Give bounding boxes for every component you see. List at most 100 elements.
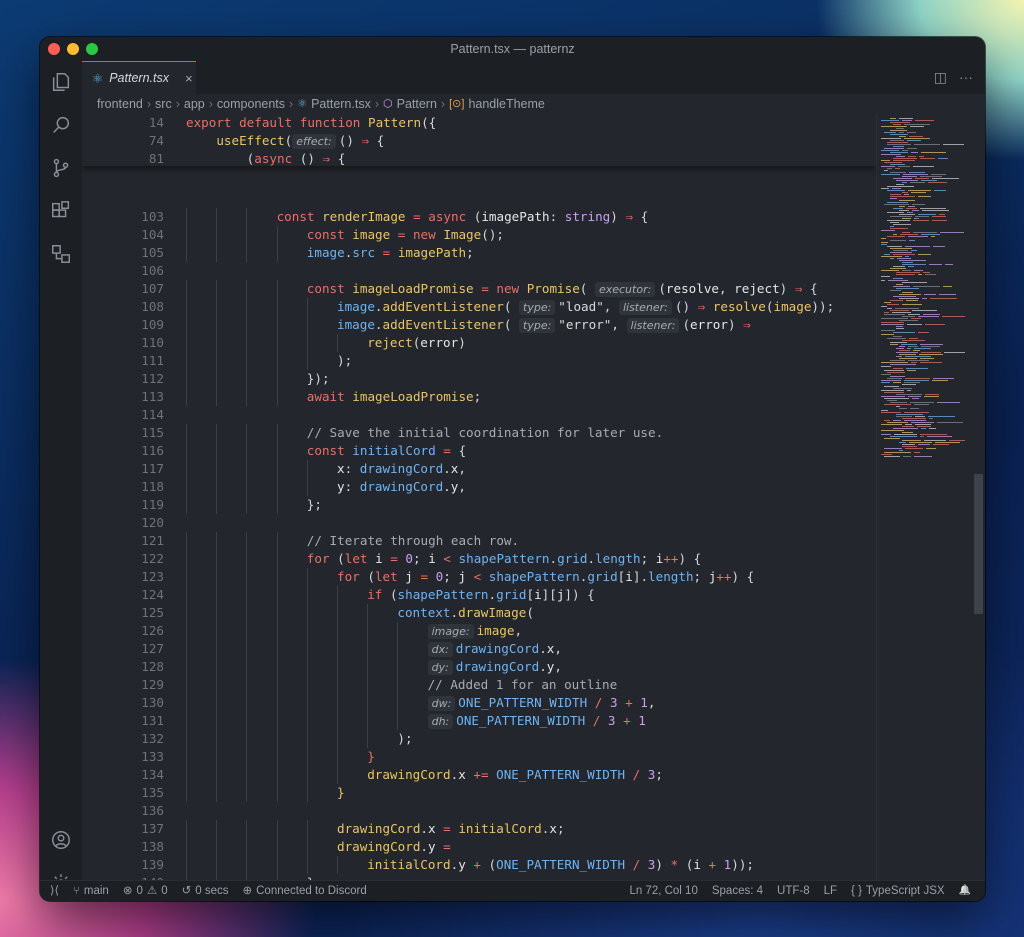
minimap-line — [881, 188, 889, 189]
source-control-icon[interactable] — [50, 157, 72, 179]
explorer-icon[interactable] — [50, 71, 72, 93]
problems-indicator[interactable]: ⊗ 0 ⚠ 0 — [123, 881, 168, 901]
minimap-line — [906, 300, 918, 301]
remote-explorer-icon[interactable] — [50, 243, 72, 265]
code-line[interactable]: 109 image.addEventListener( type: "error",… — [82, 316, 876, 334]
code-line[interactable]: 137 drawingCord.x = initialCord.x; — [82, 820, 876, 838]
minimap-line — [899, 442, 906, 443]
code-line[interactable]: 132); — [82, 730, 876, 748]
code-line[interactable]: 116 const initialCord = { — [82, 442, 876, 460]
code-line[interactable]: 127 dx: drawingCord.x, — [82, 640, 876, 658]
close-window-button[interactable] — [48, 43, 60, 55]
language-mode[interactable]: { } TypeScript JSX — [851, 881, 945, 901]
cursor-position[interactable]: Ln 72, Col 10 — [629, 881, 697, 901]
code-token: = — [382, 551, 406, 566]
tab-pattern-tsx[interactable]: ⚛ Pattern.tsx × — [82, 61, 196, 94]
indent-guide — [186, 478, 187, 496]
close-tab-icon[interactable]: × — [185, 71, 193, 86]
code-line[interactable]: 133} — [82, 748, 876, 766]
more-actions-icon[interactable]: ··· — [959, 69, 973, 86]
code-line[interactable]: 112}); — [82, 370, 876, 388]
code-line[interactable]: 104 const image = new Image(); — [82, 226, 876, 244]
minimap-line — [881, 374, 891, 375]
code-line[interactable]: 74 useEffect(effect:() ⇒ { — [82, 132, 876, 150]
code-line[interactable]: 113 await imageLoadPromise; — [82, 388, 876, 406]
code-editor[interactable]: 14 export default function Pattern({74 us… — [82, 114, 876, 881]
indent-guide — [306, 694, 308, 712]
breadcrumb-item[interactable]: components — [217, 94, 285, 114]
remote-indicator[interactable]: ⟩⟨ — [50, 881, 59, 901]
code-line[interactable]: 106 — [82, 262, 876, 280]
minimap-line — [884, 404, 911, 405]
encoding[interactable]: UTF-8 — [777, 881, 810, 901]
breadcrumb-item[interactable]: Pattern.tsx — [311, 94, 371, 114]
code-line[interactable]: 139 initialCord.y + (ONE_PATTERN_WIDTH / … — [82, 856, 876, 874]
code-line[interactable]: 111); — [82, 352, 876, 370]
code-line[interactable]: 108 image.addEventListener( type: "load", … — [82, 298, 876, 316]
split-editor-icon[interactable]: ◫ — [934, 69, 947, 86]
code-line[interactable]: 131 dh: ONE_PATTERN_WIDTH / 3 + 1 — [82, 712, 876, 730]
code-token: "load" — [558, 299, 604, 314]
minimap-line — [896, 394, 922, 395]
vertical-scrollbar[interactable] — [972, 114, 985, 881]
code-line[interactable]: 105 image.src = imagePath; — [82, 244, 876, 262]
search-icon[interactable] — [50, 114, 72, 136]
code-token: resolve — [712, 299, 766, 314]
minimap-line — [896, 414, 923, 415]
scrollbar-thumb[interactable] — [974, 474, 983, 614]
code-line[interactable]: 135} — [82, 784, 876, 802]
code-line[interactable]: 122 for (let i = 0; i < shapePattern.grid… — [82, 550, 876, 568]
code-line[interactable]: 114 — [82, 406, 876, 424]
code-line[interactable]: 103 const renderImage = async (imagePath:… — [82, 208, 876, 226]
code-line[interactable]: 115 // Save the initial coordination for … — [82, 424, 876, 442]
timer-indicator[interactable]: ↺ 0 secs — [182, 881, 229, 901]
code-line[interactable]: 134 drawingCord.x += ONE_PATTERN_WIDTH / … — [82, 766, 876, 784]
git-branch[interactable]: ⑂ main — [73, 881, 109, 901]
code-line[interactable]: 118 y: drawingCord.y, — [82, 478, 876, 496]
code-line[interactable]: 14 export default function Pattern({ — [82, 114, 876, 132]
breadcrumb-item[interactable]: Pattern — [397, 94, 437, 114]
minimap[interactable] — [876, 114, 973, 881]
line-number: 103 — [141, 209, 164, 224]
account-icon[interactable] — [50, 829, 72, 851]
discord-status[interactable]: ⊕ Connected to Discord — [242, 881, 366, 901]
code-line[interactable]: 125 context.drawImage( — [82, 604, 876, 622]
maximize-window-button[interactable] — [86, 43, 98, 55]
code-line[interactable]: 120 — [82, 514, 876, 532]
minimap-line — [921, 152, 946, 153]
indent-guide — [276, 586, 278, 604]
code-line[interactable]: 130 dw: ONE_PATTERN_WIDTH / 3 + 1, — [82, 694, 876, 712]
code-token: )); — [811, 299, 835, 314]
code-line[interactable]: 138 drawingCord.y = — [82, 838, 876, 856]
code-line[interactable]: 119}; — [82, 496, 876, 514]
code-line[interactable]: 81 (async () ⇒ { — [82, 150, 876, 168]
code-token: { — [633, 209, 649, 224]
code-line[interactable]: 117 x: drawingCord.x, — [82, 460, 876, 478]
breadcrumb-item[interactable]: src — [155, 94, 172, 114]
extensions-icon[interactable] — [50, 200, 72, 222]
minimap-line — [899, 294, 921, 295]
breadcrumb-item[interactable]: frontend — [97, 94, 143, 114]
notifications-bell-icon[interactable]: 🔔 — [959, 881, 971, 901]
line-ending[interactable]: LF — [824, 881, 837, 901]
code-line[interactable]: 110 reject(error) — [82, 334, 876, 352]
code-text: const image = new Image(); — [307, 226, 504, 244]
code-line[interactable]: 136 — [82, 802, 876, 820]
code-line[interactable]: 124 if (shapePattern.grid[i][j]) { — [82, 586, 876, 604]
code-token: ) — [458, 335, 466, 350]
minimize-window-button[interactable] — [67, 43, 79, 55]
breadcrumb-item[interactable]: app — [184, 94, 205, 114]
line-number: 110 — [141, 335, 164, 350]
code-token: await — [306, 389, 353, 404]
code-line[interactable]: 129 // Added 1 for an outline — [82, 676, 876, 694]
breadcrumb-item[interactable]: handleTheme — [468, 94, 544, 114]
code-line[interactable]: 107 const imageLoadPromise = new Promise(… — [82, 280, 876, 298]
code-line[interactable]: 128 dy: drawingCord.y, — [82, 658, 876, 676]
code-line[interactable]: 123 for (let j = 0; j < shapePattern.grid… — [82, 568, 876, 586]
code-line[interactable]: 121 // Iterate through each row. — [82, 532, 876, 550]
minimap-line — [881, 396, 905, 397]
minimap-line — [908, 206, 915, 207]
indentation[interactable]: Spaces: 4 — [712, 881, 763, 901]
minimap-line — [887, 400, 897, 401]
code-line[interactable]: 126 image: image, — [82, 622, 876, 640]
